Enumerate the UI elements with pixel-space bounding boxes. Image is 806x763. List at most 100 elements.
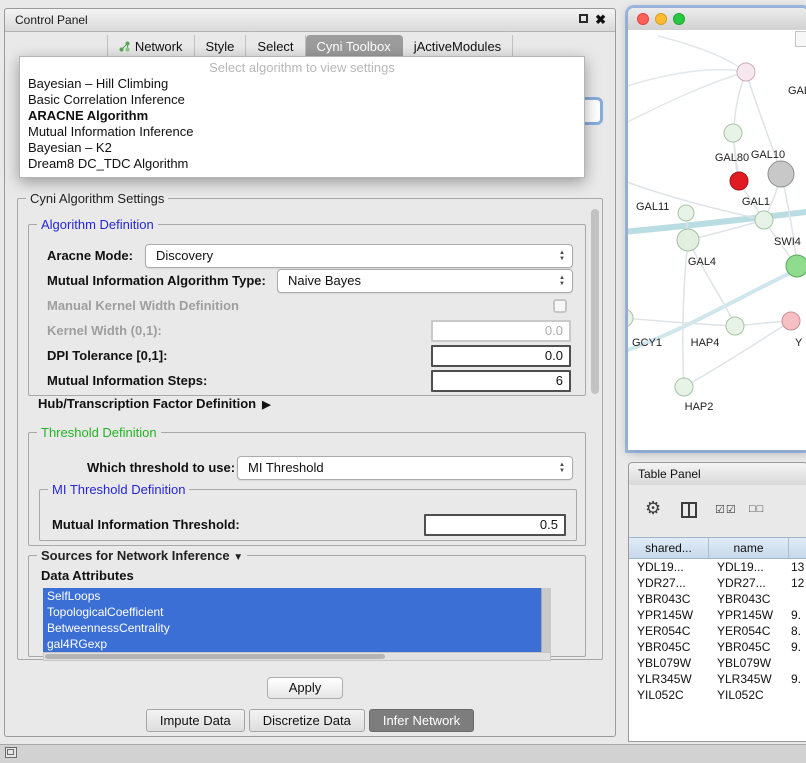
network-edge[interactable]: [628, 318, 735, 326]
mi-type-select[interactable]: Naive Bayes ▲▼: [277, 269, 573, 293]
aracne-mode-select[interactable]: Discovery ▲▼: [145, 244, 573, 268]
algorithm-option[interactable]: Bayesian – K2: [20, 140, 584, 156]
network-edge[interactable]: [628, 70, 746, 88]
network-node-label: SWI4: [774, 236, 801, 248]
network-node[interactable]: [677, 229, 699, 251]
restore-panel-icon[interactable]: [5, 747, 17, 758]
minimize-traffic-light-icon[interactable]: [655, 13, 667, 25]
column-header-shared-name[interactable]: shared...: [629, 538, 709, 558]
kernel-width-field[interactable]: 0.0: [431, 320, 571, 342]
table-row[interactable]: YPR145WYPR145W9.: [629, 607, 806, 623]
control-panel-titlebar[interactable]: Control Panel ✖: [5, 9, 615, 32]
algorithm-dropdown-placeholder: Select algorithm to view settings: [20, 59, 584, 76]
network-node[interactable]: [768, 161, 794, 187]
mi-steps-field[interactable]: 6: [431, 370, 571, 392]
network-node[interactable]: [755, 211, 773, 229]
data-attribute-item[interactable]: gal4RGexp: [43, 636, 542, 652]
list-vertical-scrollbar[interactable]: [541, 588, 551, 652]
table-row[interactable]: YDR27...YDR27...12: [629, 575, 806, 591]
tab-discretize-data[interactable]: Discretize Data: [249, 709, 365, 732]
network-canvas[interactable]: GAL7GAL80GAL10GAL11GAL1SWI4GAL4GCY1HAP4Y…: [628, 30, 806, 450]
dpi-tolerance-label: DPI Tolerance [0,1]:: [47, 348, 167, 363]
mi-type-label: Mutual Information Algorithm Type:: [47, 273, 266, 288]
table-cell: [789, 687, 806, 703]
network-edge[interactable]: [781, 174, 797, 266]
canvas-scrollbar[interactable]: [795, 31, 806, 47]
scrollbar-thumb[interactable]: [45, 654, 385, 659]
data-attributes-list[interactable]: SelfLoopsTopologicalCoefficientBetweenne…: [43, 588, 551, 652]
table-row[interactable]: YBR045CYBR045C9.: [629, 639, 806, 655]
table-cell: 9.: [789, 639, 806, 655]
table-row[interactable]: YLR345WYLR345W9.: [629, 671, 806, 687]
network-node[interactable]: [724, 124, 742, 142]
table-cell: YER054C: [709, 623, 789, 639]
table-cell: YIL052C: [709, 687, 789, 703]
mi-type-value: Naive Bayes: [288, 270, 361, 292]
unchecked-boxes-icon[interactable]: □□: [749, 503, 764, 515]
algorithm-option[interactable]: Dream8 DC_TDC Algorithm: [20, 156, 584, 172]
algorithm-option[interactable]: Mutual Information Inference: [20, 124, 584, 140]
network-node[interactable]: [628, 309, 633, 327]
checked-boxes-icon[interactable]: ☑☑: [715, 503, 737, 516]
sources-title: Sources for Network Inference: [41, 548, 230, 563]
apply-button[interactable]: Apply: [267, 677, 343, 699]
tab-impute-data[interactable]: Impute Data: [146, 709, 245, 732]
float-window-icon[interactable]: [579, 14, 588, 23]
which-threshold-value: MI Threshold: [248, 457, 324, 479]
close-icon[interactable]: ✖: [595, 12, 606, 28]
column-header-name[interactable]: name: [709, 538, 789, 558]
network-node[interactable]: [737, 63, 755, 81]
list-horizontal-scrollbar[interactable]: [43, 652, 551, 661]
table-row[interactable]: YIL052CYIL052C: [629, 687, 806, 703]
table-row[interactable]: YDL19...YDL19...13: [629, 559, 806, 575]
mi-threshold-group: MI Threshold Definition Mutual Informati…: [39, 489, 577, 541]
data-attribute-item[interactable]: SelfLoops: [43, 588, 542, 604]
dpi-tolerance-field[interactable]: 0.0: [431, 345, 571, 367]
network-node[interactable]: [786, 255, 806, 277]
network-node[interactable]: [730, 172, 748, 190]
network-node[interactable]: [678, 205, 694, 221]
network-node[interactable]: [675, 378, 693, 396]
table-cell: 9.: [789, 607, 806, 623]
settings-scrollbar[interactable]: [591, 209, 599, 394]
tab-infer-network[interactable]: Infer Network: [369, 709, 474, 732]
network-node-label: GAL80: [715, 152, 749, 164]
sources-toggle[interactable]: Sources for Network Inference ▼: [37, 548, 247, 563]
table-cell: YBL079W: [629, 655, 709, 671]
data-attribute-item[interactable]: BetweennessCentrality: [43, 620, 542, 636]
hub-definition-toggle[interactable]: Hub/Transcription Factor Definition▶: [38, 396, 271, 411]
table-cell: YIL052C: [629, 687, 709, 703]
network-edge[interactable]: [658, 36, 746, 72]
table-cell: YLR345W: [709, 671, 789, 687]
column-header-extra[interactable]: [789, 538, 806, 558]
algorithm-option[interactable]: Bayesian – Hill Climbing: [20, 76, 584, 92]
table-cell: YBR045C: [629, 639, 709, 655]
mi-threshold-label: Mutual Information Threshold:: [52, 517, 240, 532]
network-node[interactable]: [782, 312, 800, 330]
mi-threshold-field[interactable]: 0.5: [424, 514, 566, 536]
mi-threshold-title: MI Threshold Definition: [48, 482, 189, 497]
network-window-titlebar[interactable]: [628, 8, 806, 31]
table-row[interactable]: YBR043CYBR043C: [629, 591, 806, 607]
data-attribute-item[interactable]: TopologicalCoefficient: [43, 604, 542, 620]
which-threshold-select[interactable]: MI Threshold ▲▼: [237, 456, 573, 480]
algorithm-option[interactable]: ARACNE Algorithm: [20, 108, 584, 124]
table-panel-titlebar[interactable]: Table Panel: [629, 463, 806, 486]
manual-kernel-checkbox[interactable]: [553, 299, 567, 313]
table-row[interactable]: YBL079WYBL079W: [629, 655, 806, 671]
close-traffic-light-icon[interactable]: [637, 13, 649, 25]
tab-cyni-toolbox-label: Cyni Toolbox: [317, 39, 391, 54]
table-row[interactable]: YER054CYER054C8.: [629, 623, 806, 639]
table-cell: YDR27...: [709, 575, 789, 591]
zoom-traffic-light-icon[interactable]: [673, 13, 685, 25]
tab-network-label: Network: [135, 39, 183, 54]
columns-icon[interactable]: [681, 502, 697, 518]
network-node-label: Y: [795, 337, 803, 349]
network-edge[interactable]: [628, 211, 806, 232]
network-node-label: GCY1: [632, 337, 662, 349]
algorithm-option[interactable]: Basic Correlation Inference: [20, 92, 584, 108]
table-cell: YPR145W: [629, 607, 709, 623]
gear-icon[interactable]: ⚙: [645, 498, 661, 519]
network-node[interactable]: [726, 317, 744, 335]
control-panel-title: Control Panel: [15, 13, 88, 27]
